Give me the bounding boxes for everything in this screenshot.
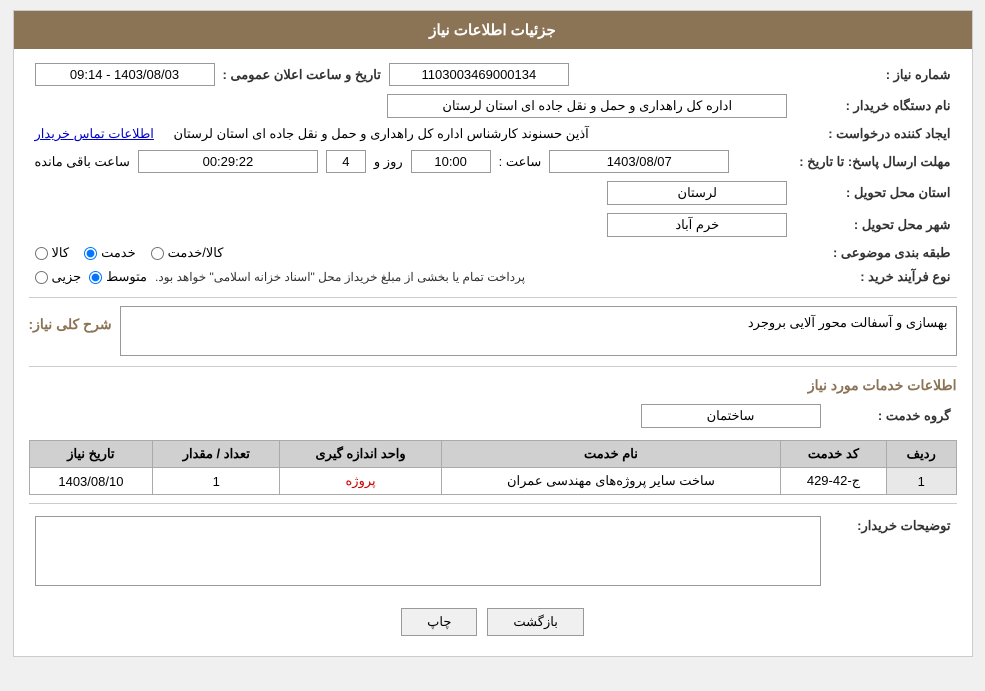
noeFarayand-motevaset[interactable]: متوسط <box>89 269 147 285</box>
mohlat-saat-label: ساعت : <box>499 154 542 170</box>
tabaqe-kala-khedmat-label: کالا/خدمت <box>168 245 224 261</box>
divider-1 <box>29 297 957 298</box>
col-date: تاریخ نیاز <box>29 441 153 468</box>
print-button[interactable]: چاپ <box>401 608 477 636</box>
cell-count: 1 <box>153 468 280 495</box>
noeFarayand-jozei-radio[interactable] <box>35 271 48 284</box>
noeFarayand-jozei[interactable]: جزیی <box>35 269 82 285</box>
tabaqe-kala-khedmat[interactable]: کالا/خدمت <box>151 245 224 261</box>
cell-code: ج-42-429 <box>781 468 887 495</box>
divider-2 <box>29 366 957 367</box>
namDastgah-value: اداره کل راهداری و حمل و نقل جاده ای است… <box>387 94 787 118</box>
sharh-label: شرح کلی نیاز: <box>29 316 112 333</box>
mohlat-mande: 00:29:22 <box>138 150 318 173</box>
tabaqe-kala-label: کالا <box>52 245 70 261</box>
shahr-value: خرم آباد <box>607 213 787 237</box>
noeFarayand-motevaset-radio[interactable] <box>89 271 102 284</box>
button-row: بازگشت چاپ <box>29 608 957 636</box>
mohlat-date: 1403/08/07 <box>549 150 729 173</box>
noeFarayand-motevaset-label: متوسط <box>106 269 147 285</box>
mohlat-rooz: 4 <box>326 150 366 173</box>
shomareNiaz-value: 1103003469000134 <box>389 63 569 86</box>
cell-name: ساخت سایر پروژه‌های مهندسی عمران <box>441 468 780 495</box>
tozi-textarea[interactable] <box>35 516 821 586</box>
shomareNiaz-label: شماره نیاز : <box>793 59 956 90</box>
cell-unit: پروژه <box>280 468 442 495</box>
table-row: 1ج-42-429ساخت سایر پروژه‌های مهندسی عمرا… <box>29 468 956 495</box>
grohe-label: گروه خدمت : <box>827 400 957 432</box>
tabaqe-kala[interactable]: کالا <box>35 245 70 261</box>
tabaqe-khedmat[interactable]: خدمت <box>84 245 136 261</box>
services-table: ردیف کد خدمت نام خدمت واحد اندازه گیری ت… <box>29 440 957 495</box>
noeFarayand-jozei-label: جزیی <box>52 269 82 285</box>
shahr-label: شهر محل تحویل : <box>793 209 956 241</box>
noeFarayand-label: نوع فرآیند خرید : <box>793 265 956 289</box>
col-radif: ردیف <box>886 441 956 468</box>
tabaqe-kala-radio[interactable] <box>35 247 48 260</box>
col-name: نام خدمت <box>441 441 780 468</box>
back-button[interactable]: بازگشت <box>487 608 583 636</box>
cell-radif: 1 <box>886 468 956 495</box>
sharh-value: بهسازی و آسفالت محور آلایی بروجرد <box>120 306 957 356</box>
ostan-label: استان محل تحویل : <box>793 177 956 209</box>
mohlat-rooz-label: روز و <box>374 154 403 170</box>
ijadKonande-value: آذین حسنوند کارشناس اداره کل راهداری و ح… <box>174 126 589 142</box>
tabaqe-khedmat-radio[interactable] <box>84 247 97 260</box>
tabaqe-label: طبقه بندی موضوعی : <box>793 241 956 265</box>
tarikhSaatElan-label: تاریخ و ساعت اعلان عمومی : <box>223 67 381 83</box>
khadamat-title: اطلاعات خدمات مورد نیاز <box>29 377 957 394</box>
mohlat-label: مهلت ارسال پاسخ: تا تاریخ : <box>793 146 956 177</box>
mohlat-mande-label: ساعت باقی مانده <box>35 154 130 170</box>
ijadKonande-label: ایجاد کننده درخواست : <box>793 122 956 146</box>
mohlat-saat: 10:00 <box>411 150 491 173</box>
page-title: جزئیات اطلاعات نیاز <box>14 11 972 49</box>
ijadKonande-link[interactable]: اطلاعات تماس خریدار <box>35 126 154 142</box>
grohe-value: ساختمان <box>641 404 821 428</box>
col-unit: واحد اندازه گیری <box>280 441 442 468</box>
divider-3 <box>29 503 957 504</box>
tabaqe-kala-khedmat-radio[interactable] <box>151 247 164 260</box>
cell-date: 1403/08/10 <box>29 468 153 495</box>
col-code: کد خدمت <box>781 441 887 468</box>
namDastgah-label: نام دستگاه خریدار : <box>793 90 956 122</box>
col-count: تعداد / مقدار <box>153 441 280 468</box>
ostan-value: لرستان <box>607 181 787 205</box>
tozi-label: توضیحات خریدار: <box>827 512 957 593</box>
noeFarayand-notice: پرداخت تمام یا بخشی از مبلغ خریداز محل "… <box>155 270 525 284</box>
tarikhSaatElan-value: 1403/08/03 - 09:14 <box>35 63 215 86</box>
tabaqe-khedmat-label: خدمت <box>101 245 136 261</box>
